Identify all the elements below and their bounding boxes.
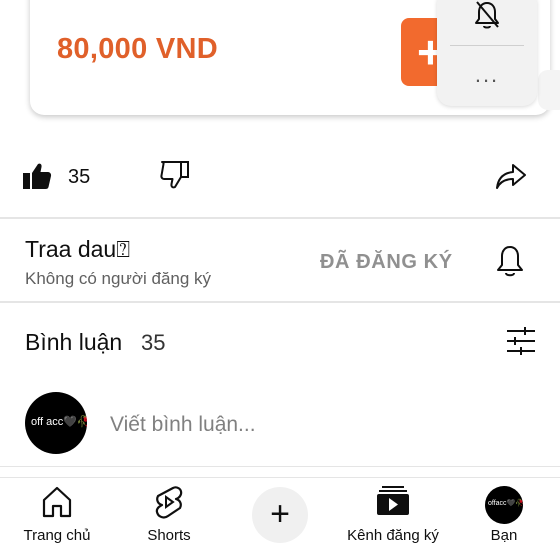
subscribed-button[interactable]: ĐÃ ĐĂNG KÝ: [320, 251, 453, 274]
home-icon: [40, 485, 74, 524]
bell-icon[interactable]: [496, 244, 524, 283]
bottom-nav: Trang chủ Shorts + Kênh đăng ký offacc�: [0, 477, 560, 560]
avatar: off acc🖤🥀: [25, 392, 87, 454]
create-plus-icon: +: [270, 495, 290, 533]
nav-home-label: Trang chủ: [23, 527, 91, 544]
nav-you-label: Bạn: [490, 527, 518, 544]
action-row: 35: [0, 150, 560, 202]
next-card-edge[interactable]: [538, 70, 560, 110]
divider: [0, 217, 560, 219]
divider: [0, 301, 560, 303]
divider: [0, 466, 560, 467]
thumbs-down-icon[interactable]: [160, 160, 190, 195]
shorts-icon: [154, 485, 184, 526]
nav-you[interactable]: offacc🖤🥀 Bạn: [474, 478, 534, 560]
comments-count: 35: [141, 330, 166, 355]
bell-off-icon[interactable]: [474, 0, 500, 35]
thumbs-up-icon[interactable]: [22, 162, 52, 195]
nav-shorts[interactable]: Shorts: [124, 478, 214, 560]
avatar-text: off acc🖤🥀: [31, 416, 87, 428]
channel-name[interactable]: Traa dau⍰: [25, 236, 130, 263]
comments-title[interactable]: Bình luận: [25, 329, 122, 356]
you-avatar-text: offacc🖤🥀: [488, 500, 523, 507]
create-button[interactable]: +: [252, 487, 308, 543]
share-icon[interactable]: [495, 162, 527, 195]
subscriber-count: Không có người đăng ký: [25, 269, 212, 288]
nav-subscriptions-label: Kênh đăng ký: [347, 527, 439, 544]
nav-home[interactable]: Trang chủ: [12, 478, 102, 560]
sort-filter-icon[interactable]: [505, 326, 537, 361]
subscriptions-icon: [376, 485, 410, 522]
menu-divider: [450, 45, 524, 46]
you-avatar: offacc🖤🥀: [485, 486, 523, 524]
product-price: 80,000 VND: [57, 33, 218, 65]
popup-menu: ...: [437, 0, 537, 106]
nav-create[interactable]: +: [252, 478, 308, 560]
nav-subscriptions[interactable]: Kênh đăng ký: [338, 478, 448, 560]
comment-input[interactable]: [110, 408, 510, 442]
like-count: 35: [68, 166, 91, 188]
more-options-button[interactable]: ...: [437, 62, 537, 88]
nav-shorts-label: Shorts: [147, 527, 191, 544]
